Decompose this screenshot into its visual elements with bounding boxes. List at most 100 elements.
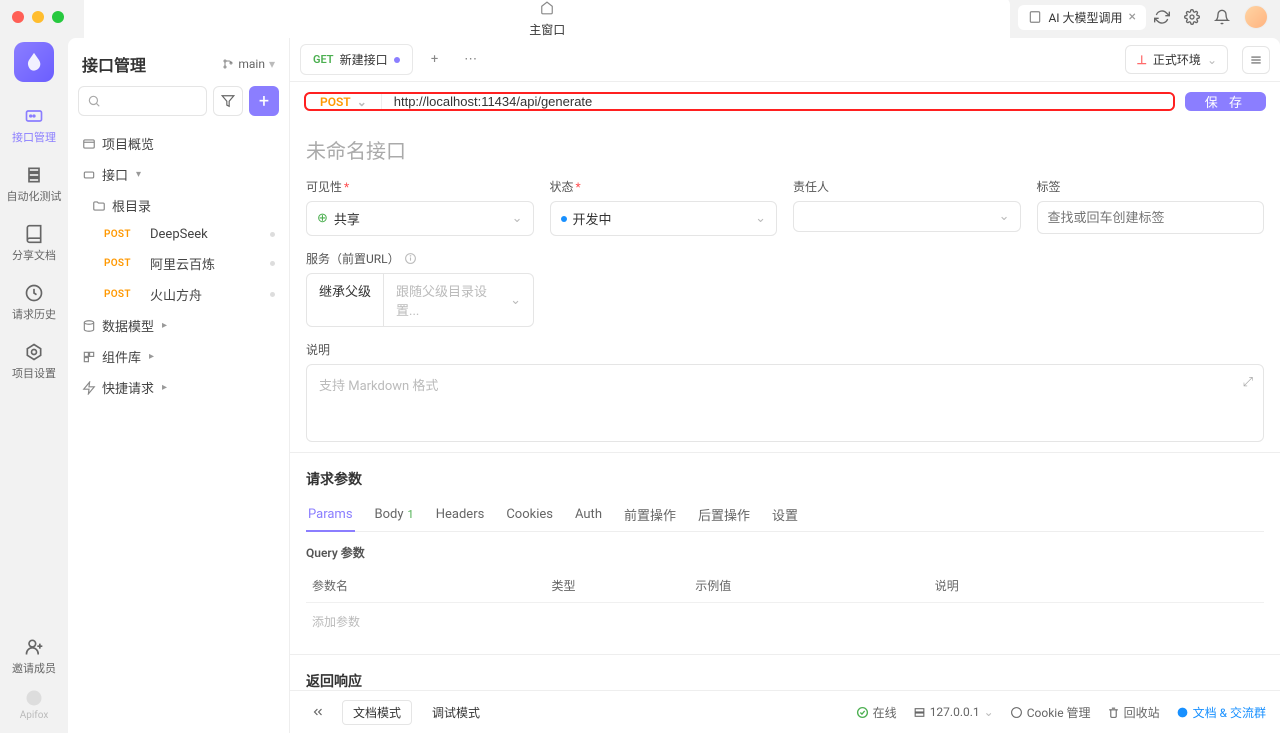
- status-select[interactable]: 开发中 ⌄: [550, 201, 778, 236]
- maximize-window[interactable]: [52, 11, 64, 23]
- layout-button[interactable]: [1242, 46, 1270, 74]
- tree-overview[interactable]: 项目概览: [74, 128, 283, 159]
- sidebar-item-api[interactable]: 接口管理: [0, 98, 68, 153]
- add-param-row[interactable]: 添加参数: [306, 603, 1264, 641]
- service-inherit: 继承父级: [306, 273, 384, 327]
- tree-endpoint[interactable]: POST DeepSeek: [74, 221, 283, 248]
- sidebar-item-invite[interactable]: 邀请成员: [0, 629, 68, 684]
- sidebar-item-docs[interactable]: 分享文档: [0, 216, 68, 271]
- tab-params[interactable]: Params: [306, 499, 355, 532]
- tab-post[interactable]: 后置操作: [696, 499, 752, 532]
- branch-selector[interactable]: main ▾: [222, 57, 275, 71]
- sync-icon[interactable]: [1154, 9, 1170, 25]
- status-dot: [270, 292, 275, 297]
- collapse-button[interactable]: [304, 698, 332, 726]
- test-icon: [24, 165, 44, 185]
- tree-components[interactable]: 组件库 ▸: [74, 341, 283, 372]
- debug-mode-button[interactable]: 调试模式: [422, 701, 490, 724]
- panel-title: 接口管理: [82, 52, 146, 76]
- save-button[interactable]: 保 存: [1185, 92, 1266, 111]
- gear-icon[interactable]: [1184, 9, 1200, 25]
- branch-icon: [222, 58, 234, 70]
- request-tab[interactable]: GET 新建接口: [300, 44, 413, 75]
- host-selector[interactable]: 127.0.0.1 ⌄: [913, 705, 994, 719]
- chevron-right-icon: ▸: [162, 320, 167, 331]
- param-tabs: Params Body1 Headers Cookies Auth 前置操作 后…: [306, 499, 1264, 532]
- more-tabs-button[interactable]: ⋯: [457, 46, 485, 74]
- method-selector[interactable]: POST ⌄: [306, 94, 382, 109]
- chevron-right-icon: ▸: [162, 382, 167, 393]
- status-dot: [270, 261, 275, 266]
- menu-icon: [1249, 53, 1263, 67]
- titlebar: 主窗口 AI 大模型调用 ×: [0, 0, 1280, 34]
- expand-icon[interactable]: ⤢: [1243, 375, 1253, 390]
- tab-body[interactable]: Body1: [373, 499, 416, 532]
- doc-icon: [1176, 706, 1189, 719]
- docs-link[interactable]: 文档 & 交流群: [1176, 704, 1266, 721]
- env-selector[interactable]: ⊥ 正式环境 ⌄: [1125, 45, 1228, 74]
- minimize-window[interactable]: [32, 11, 44, 23]
- sidebar: 接口管理 自动化测试 分享文档 请求历史 项目设置 邀请成员 Apifox: [0, 34, 68, 733]
- server-icon: [913, 706, 926, 719]
- check-icon: [856, 706, 869, 719]
- online-status: 在线: [856, 704, 897, 721]
- visibility-select[interactable]: ⊕ 共享 ⌄: [306, 201, 534, 236]
- tab-headers[interactable]: Headers: [434, 499, 487, 532]
- tree-api[interactable]: 接口 ▾: [74, 159, 283, 190]
- sidebar-item-test[interactable]: 自动化测试: [0, 157, 68, 212]
- lightning-icon: [82, 381, 96, 395]
- tree-quick-request[interactable]: 快捷请求 ▸: [74, 372, 283, 403]
- tree-endpoint[interactable]: POST 阿里云百炼: [74, 248, 283, 279]
- close-tab-icon[interactable]: ×: [1129, 9, 1136, 25]
- tree-endpoint[interactable]: POST 火山方舟: [74, 279, 283, 310]
- tree-root[interactable]: 根目录: [74, 190, 283, 221]
- ai-tab-label: AI 大模型调用: [1048, 9, 1122, 26]
- trash-button[interactable]: 回收站: [1107, 704, 1160, 721]
- tab-cookies[interactable]: Cookies: [504, 499, 555, 532]
- cookie-icon: [1010, 706, 1023, 719]
- avatar[interactable]: [1244, 5, 1268, 29]
- service-select[interactable]: 跟随父级目录设置... ⌄: [384, 273, 534, 327]
- owner-select[interactable]: ⌄: [793, 201, 1021, 232]
- status-dot: [270, 232, 275, 237]
- new-tab-button[interactable]: +: [421, 46, 449, 74]
- database-icon: [82, 319, 96, 333]
- tab-auth[interactable]: Auth: [573, 499, 604, 532]
- file-icon: [1028, 10, 1042, 24]
- tree-data-model[interactable]: 数据模型 ▸: [74, 310, 283, 341]
- user-plus-icon: [24, 637, 44, 657]
- left-panel: 接口管理 main ▾ + 项目概览 接口 ▾: [68, 38, 290, 733]
- description-textarea[interactable]: 支持 Markdown 格式 ⤢: [306, 364, 1264, 442]
- traffic-lights: [12, 11, 64, 23]
- tab-settings[interactable]: 设置: [770, 499, 800, 532]
- api-name-input[interactable]: 未命名接口: [306, 129, 1264, 178]
- info-icon[interactable]: [404, 252, 417, 265]
- collapse-icon: [311, 705, 325, 719]
- app-logo[interactable]: [14, 42, 54, 82]
- close-window[interactable]: [12, 11, 24, 23]
- folder-icon: [92, 199, 106, 213]
- query-title: Query 参数: [306, 544, 1264, 561]
- api-icon: [24, 106, 44, 126]
- api-folder-icon: [82, 168, 96, 182]
- response-title: 返回响应: [306, 655, 1264, 690]
- cookie-manager[interactable]: Cookie 管理: [1010, 704, 1091, 721]
- globe-icon: ⊕: [317, 211, 328, 226]
- sidebar-item-history[interactable]: 请求历史: [0, 275, 68, 330]
- overview-icon: [82, 137, 96, 151]
- search-input[interactable]: [78, 86, 207, 116]
- add-button[interactable]: +: [249, 86, 279, 116]
- sidebar-footer: Apifox: [20, 688, 49, 721]
- url-input[interactable]: [382, 94, 1173, 109]
- main-tab-label: 主窗口: [529, 21, 565, 38]
- params-title: 请求参数: [306, 453, 1264, 499]
- filter-button[interactable]: [213, 86, 243, 116]
- tags-input[interactable]: [1037, 201, 1265, 234]
- bell-icon[interactable]: [1214, 9, 1230, 25]
- sidebar-item-settings[interactable]: 项目设置: [0, 334, 68, 389]
- tab-pre[interactable]: 前置操作: [622, 499, 678, 532]
- main-window-tab[interactable]: 主窗口: [84, 0, 1010, 42]
- doc-mode-button[interactable]: 文档模式: [342, 700, 412, 725]
- ai-tab[interactable]: AI 大模型调用 ×: [1018, 5, 1146, 30]
- url-box: POST ⌄: [304, 92, 1175, 111]
